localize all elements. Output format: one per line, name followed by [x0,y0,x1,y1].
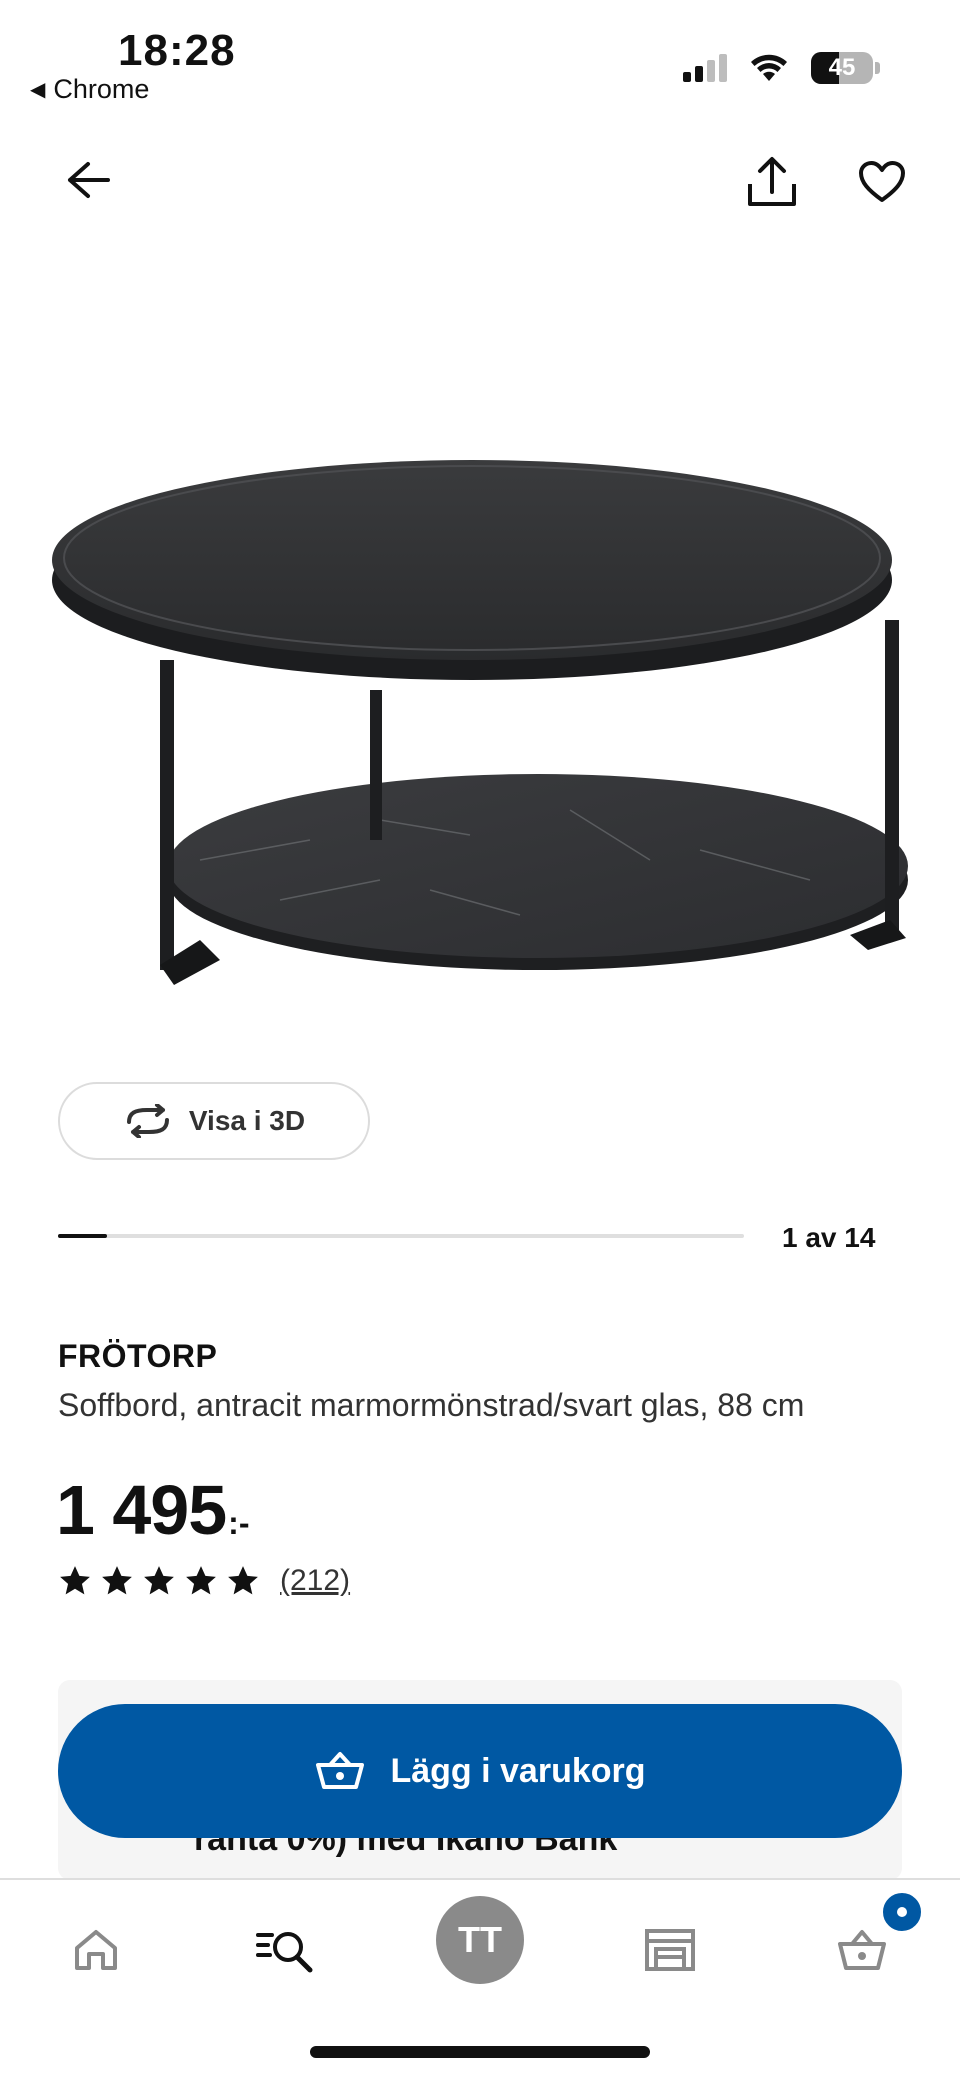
home-icon[interactable] [56,1910,136,1990]
status-time: 18:28 [118,26,236,75]
heart-icon[interactable] [850,150,914,214]
product-description: Soffbord, antracit marmormönstrad/svart … [58,1387,805,1423]
cart-badge [880,1890,924,1934]
star-icon [60,1566,90,1595]
wifi-icon [751,54,787,81]
basket-icon [316,1752,365,1789]
back-app-label: Chrome [53,74,150,104]
view-in-3d-button[interactable]: Visa i 3D [58,1082,370,1160]
home-indicator [310,2046,650,2058]
store-icon[interactable] [630,1910,710,1990]
back-triangle-icon: ◀ [30,79,46,101]
battery-icon: 45 [811,52,873,84]
star-icon [102,1566,132,1595]
product-name: FRÖTORP [58,1338,218,1374]
profile-avatar[interactable]: TT [436,1896,524,1984]
product-page: 18:28 ◀ Chrome 45 Visa i 3D 1 av 14 FRÖT… [0,0,960,2081]
product-price: 1 495 :- [56,1470,249,1550]
battery-percent: 45 [828,54,856,81]
gallery-progress-bar [58,1234,744,1238]
gallery-counter: 1 av 14 [782,1222,876,1253]
add-to-cart-label: Lägg i varukorg [390,1751,646,1790]
share-icon[interactable] [740,150,804,214]
search-icon[interactable] [246,1910,326,1990]
star-icon [228,1566,258,1595]
product-rating[interactable]: (212) [58,1564,350,1598]
status-indicators: 45 [683,52,880,84]
back-arrow-icon[interactable] [58,150,118,210]
price-amount: 1 495 [56,1471,227,1549]
review-count-link[interactable]: (212) [280,1564,350,1598]
gallery-progress-fill [58,1234,107,1238]
back-to-app[interactable]: ◀ Chrome [30,74,149,105]
product-image[interactable] [50,460,910,1000]
price-suffix: :- [228,1505,250,1541]
view-in-3d-label: Visa i 3D [188,1105,306,1136]
star-icon [186,1566,216,1595]
add-to-cart-button[interactable]: Lägg i varukorg [58,1704,902,1838]
star-icon [144,1566,174,1595]
rotate-3d-icon [126,1104,169,1138]
cellular-signal-icon [683,54,727,82]
